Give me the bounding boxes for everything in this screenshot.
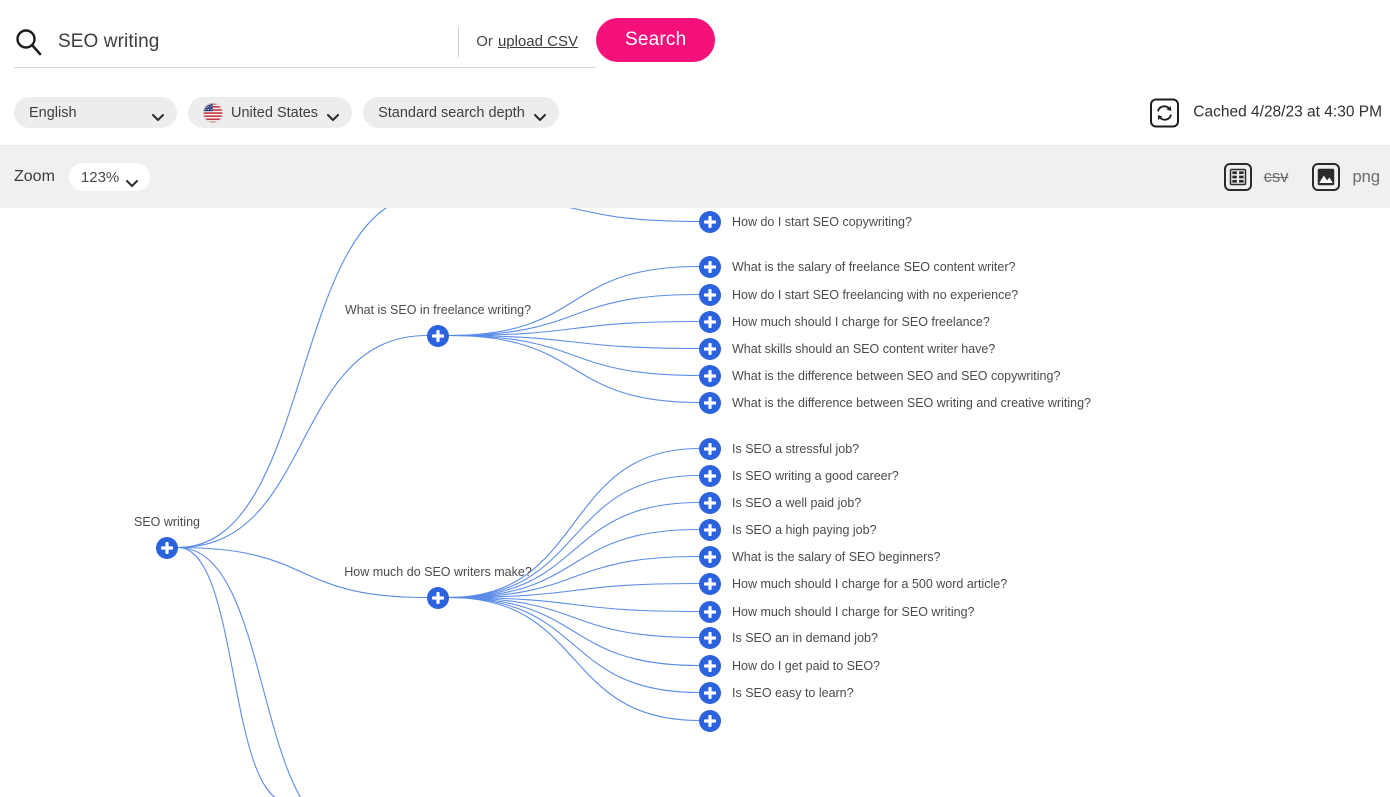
mindmap-link (448, 501, 700, 599)
upload-csv-group: Or upload CSV (476, 33, 578, 50)
image-icon (1312, 163, 1341, 191)
mindmap-link (448, 474, 700, 599)
mindmap-leaf-node-2-7[interactable] (699, 626, 721, 649)
mindmap-link (448, 334, 700, 404)
node-label: How much do SEO writers make? (344, 564, 532, 579)
mindmap-leaf-node-1-1[interactable] (699, 283, 721, 306)
chevron-down-icon (327, 109, 340, 121)
node-label: What is the salary of freelance SEO cont… (732, 259, 1016, 274)
mindmap-branch-node-2[interactable] (427, 586, 449, 609)
chevron-down-icon (533, 109, 546, 121)
mindmap-link (448, 596, 700, 613)
upload-csv-link[interactable]: upload CSV (498, 33, 578, 50)
table-icon (1223, 163, 1252, 191)
mindmap-link (569, 208, 700, 223)
node-label: Is SEO a high paying job? (732, 522, 877, 537)
mindmap-leaf-node-2-4[interactable] (699, 545, 721, 568)
search-header: Or upload CSV Search (0, 0, 1390, 80)
mindmap-link (448, 596, 700, 694)
cached-text: Cached 4/28/23 at 4:30 PM (1193, 103, 1382, 121)
mindmap-branch-node-1[interactable] (427, 324, 449, 347)
zoom-toolbar: Zoom 123% csv png (0, 146, 1390, 208)
export-group: csv png (1200, 163, 1380, 191)
mindmap-link (177, 546, 302, 797)
mindmap-leaf-node-1-3[interactable] (699, 337, 721, 360)
mindmap-leaf-node-2-10[interactable] (699, 709, 721, 732)
node-label: Is SEO a well paid job? (732, 495, 862, 510)
mindmap-link (448, 596, 700, 667)
node-label: How much should I charge for SEO freelan… (732, 314, 990, 329)
node-label: What skills should an SEO content writer… (732, 341, 996, 356)
refresh-icon[interactable] (1150, 98, 1180, 127)
mindmap-leaf-node-1-5[interactable] (699, 391, 721, 414)
country-value: United States (231, 104, 319, 121)
chevron-down-icon (126, 174, 139, 187)
node-label: Is SEO an in demand job? (732, 630, 878, 645)
language-select[interactable]: English (14, 97, 177, 128)
node-label: SEO writing (134, 514, 200, 529)
node-label: What is the salary of SEO beginners? (732, 549, 941, 564)
divider (458, 26, 460, 57)
mindmap-leaf-node-2-6[interactable] (699, 600, 721, 623)
country-select[interactable]: United States (188, 97, 353, 128)
mindmap-leaf-node-1-0[interactable] (699, 255, 721, 278)
export-png-button[interactable]: png (1312, 163, 1380, 191)
mindmap-link (448, 334, 700, 350)
search-depth-value: Standard search depth (378, 104, 525, 121)
node-label: What is SEO in freelance writing? (344, 302, 532, 317)
filter-bar: English United States Standard search de… (0, 80, 1390, 146)
mindmap-leaf-node-2-0[interactable] (699, 437, 721, 460)
mindmap-leaf-node-2-2[interactable] (699, 491, 721, 514)
mindmap-leaf-node-2-1[interactable] (699, 464, 721, 487)
mindmap-link (448, 265, 700, 337)
node-label: How much should I charge for a 500 word … (732, 576, 1008, 591)
mindmap-links (177, 208, 700, 797)
cached-status: Cached 4/28/23 at 4:30 PM (1150, 98, 1382, 127)
mindmap-leaf-node-2-5[interactable] (699, 572, 721, 595)
node-label: Is SEO a stressful job? (732, 441, 860, 456)
node-label: What is the difference between SEO writi… (732, 395, 1091, 410)
language-value: English (29, 104, 77, 121)
mindmap-link (177, 334, 428, 549)
zoom-level-select[interactable]: 123% (68, 163, 151, 191)
node-label: Is SEO easy to learn? (732, 685, 854, 700)
mindmap-canvas[interactable]: SEO writingHow do you write SEO in writi… (0, 208, 1390, 797)
us-flag-icon (203, 102, 223, 123)
search-icon (14, 27, 44, 57)
mindmap-leaf-node-2-9[interactable] (699, 681, 721, 704)
export-csv-label: csv (1263, 167, 1289, 186)
export-csv-button[interactable]: csv (1223, 163, 1289, 191)
mindmap-leaf-node-0-2[interactable] (699, 210, 721, 233)
mindmap-link (448, 334, 700, 377)
search-field: Or upload CSV (14, 16, 596, 68)
search-input[interactable] (58, 26, 459, 57)
search-depth-select[interactable]: Standard search depth (363, 97, 559, 128)
mindmap-link (448, 582, 700, 599)
node-label: How much should I charge for SEO writing… (732, 604, 975, 619)
mindmap-leaf-node-2-8[interactable] (699, 654, 721, 677)
mindmap-link (177, 546, 276, 797)
mindmap-link (448, 320, 700, 337)
search-button[interactable]: Search (596, 18, 716, 62)
mindmap-leaf-node-1-2[interactable] (699, 310, 721, 333)
chevron-down-icon (152, 109, 164, 121)
node-label: What is the difference between SEO and S… (732, 368, 1061, 383)
mindmap-link (448, 596, 700, 722)
mindmap-leaf-node-2-3[interactable] (699, 518, 721, 541)
or-label: Or (476, 33, 493, 50)
export-png-label: png (1352, 167, 1380, 186)
zoom-label: Zoom (14, 168, 55, 185)
mindmap-link (177, 208, 388, 549)
mindmap-link (448, 596, 700, 639)
zoom-level-value: 123% (80, 168, 120, 186)
node-label: Is SEO writing a good career? (732, 468, 899, 483)
mindmap-root-node[interactable] (156, 536, 178, 559)
mindmap-leaf-node-1-4[interactable] (699, 364, 721, 387)
node-label: How do I start SEO freelancing with no e… (732, 287, 1019, 302)
node-label: How do I start SEO copywriting? (732, 214, 912, 229)
node-label: How do I get paid to SEO? (732, 658, 881, 673)
